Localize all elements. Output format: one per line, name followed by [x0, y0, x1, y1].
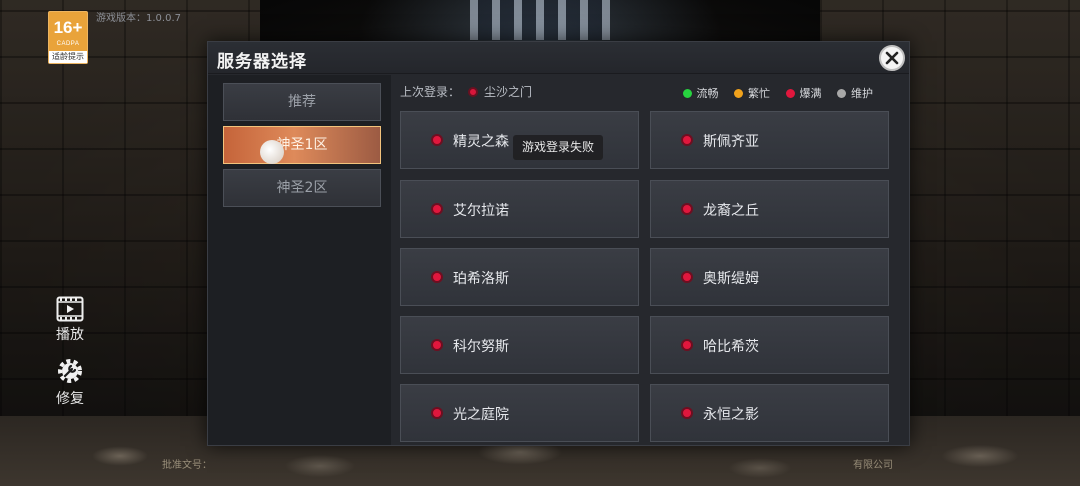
server-item[interactable]: 龙裔之丘: [650, 180, 889, 238]
legend-smooth: 流畅: [682, 85, 719, 101]
status-dot-icon: [431, 407, 443, 419]
category-label: 神圣2区: [276, 180, 328, 196]
orange-dot-icon: [734, 89, 743, 98]
server-item[interactable]: 哈比希茨: [650, 316, 889, 374]
status-dot-icon: [431, 203, 443, 215]
server-item[interactable]: 永恒之影: [650, 384, 889, 442]
status-dot-icon: [681, 271, 693, 283]
server-list-area: 上次登录： 尘沙之门 流畅 繁忙 爆满 维护 精灵之森 斯佩齐亚 艾尔拉诺 龙裔之…: [391, 75, 909, 445]
green-dot-icon: [682, 89, 692, 98]
legend-label: 流畅: [696, 87, 719, 100]
age-rating-text: 16+: [53, 18, 83, 37]
server-item[interactable]: 斯佩齐亚: [650, 111, 889, 169]
play-video-button[interactable]: 播放: [50, 296, 90, 344]
category-label: 神圣1区: [276, 137, 328, 153]
last-login-info[interactable]: 上次登录： 尘沙之门: [400, 83, 532, 100]
play-label: 播放: [56, 327, 84, 343]
server-name: 光之庭院: [453, 407, 509, 423]
category-zone-2[interactable]: 神圣2区: [223, 169, 381, 207]
server-name: 科尔努斯: [453, 339, 509, 355]
repair-label: 修复: [56, 391, 84, 407]
category-zone-1[interactable]: 神圣1区: [223, 126, 381, 164]
status-dot-icon: [681, 339, 693, 351]
touch-indicator: [260, 140, 284, 164]
last-login-server: 尘沙之门: [484, 85, 533, 99]
close-icon: [885, 51, 899, 65]
portcullis-gate: [470, 0, 610, 40]
error-toast: 游戏登录失败: [513, 135, 604, 160]
server-select-dialog: 服务器选择 推荐 神圣1区 神圣2区 上次登录： 尘沙之门 流畅 繁忙 爆满 维护: [207, 41, 910, 446]
close-button[interactable]: [879, 45, 905, 71]
approval-number: 批准文号：: [162, 460, 212, 471]
server-name: 龙裔之丘: [703, 203, 759, 219]
status-dot-icon: [468, 87, 479, 97]
status-dot-icon: [681, 203, 693, 215]
status-dot-icon: [681, 407, 693, 419]
category-recommended[interactable]: 推荐: [223, 83, 381, 121]
server-item[interactable]: 科尔努斯: [400, 316, 639, 374]
zone-category-list: 推荐 神圣1区 神圣2区: [208, 75, 391, 445]
server-item[interactable]: 光之庭院: [400, 384, 639, 442]
server-name: 奥斯缇姆: [703, 271, 759, 287]
status-dot-icon: [431, 339, 443, 351]
repair-button[interactable]: 修复: [50, 356, 90, 408]
legend-label: 爆满: [799, 87, 822, 100]
legend-maintenance: 维护: [837, 85, 873, 101]
film-play-icon: [56, 296, 84, 322]
server-name: 永恒之影: [703, 407, 759, 423]
age-org-text: CADPA: [56, 41, 80, 47]
legend-full: 爆满: [785, 85, 822, 101]
age-tip-text: 适龄提示: [49, 51, 87, 63]
status-dot-icon: [681, 134, 693, 146]
dialog-header: 服务器选择: [208, 42, 909, 74]
company-name: 有限公司: [853, 460, 893, 471]
status-legend: 流畅 繁忙 爆满 维护: [671, 85, 873, 101]
server-item[interactable]: 艾尔拉诺: [400, 180, 639, 238]
red-dot-icon: [785, 89, 795, 98]
server-item[interactable]: 奥斯缇姆: [650, 248, 889, 306]
age-rating-badge[interactable]: 16+ CADPA 适龄提示: [48, 11, 88, 64]
last-login-label: 上次登录：: [400, 85, 461, 99]
server-name: 精灵之森: [453, 134, 509, 150]
status-dot-icon: [431, 271, 443, 283]
legend-label: 维护: [851, 87, 873, 100]
server-name: 艾尔拉诺: [453, 203, 509, 219]
dialog-title: 服务器选择: [217, 52, 307, 72]
legend-busy: 繁忙: [734, 85, 770, 101]
server-name: 珀希洛斯: [453, 271, 509, 287]
category-label: 推荐: [288, 94, 316, 110]
server-name: 斯佩齐亚: [703, 134, 759, 150]
gray-dot-icon: [837, 89, 846, 98]
gear-wrench-icon: [58, 359, 82, 383]
legend-label: 繁忙: [748, 87, 770, 100]
server-item[interactable]: 珀希洛斯: [400, 248, 639, 306]
status-dot-icon: [431, 134, 443, 146]
game-version: 游戏版本：1.0.0.7: [96, 13, 181, 24]
server-name: 哈比希茨: [703, 339, 759, 355]
